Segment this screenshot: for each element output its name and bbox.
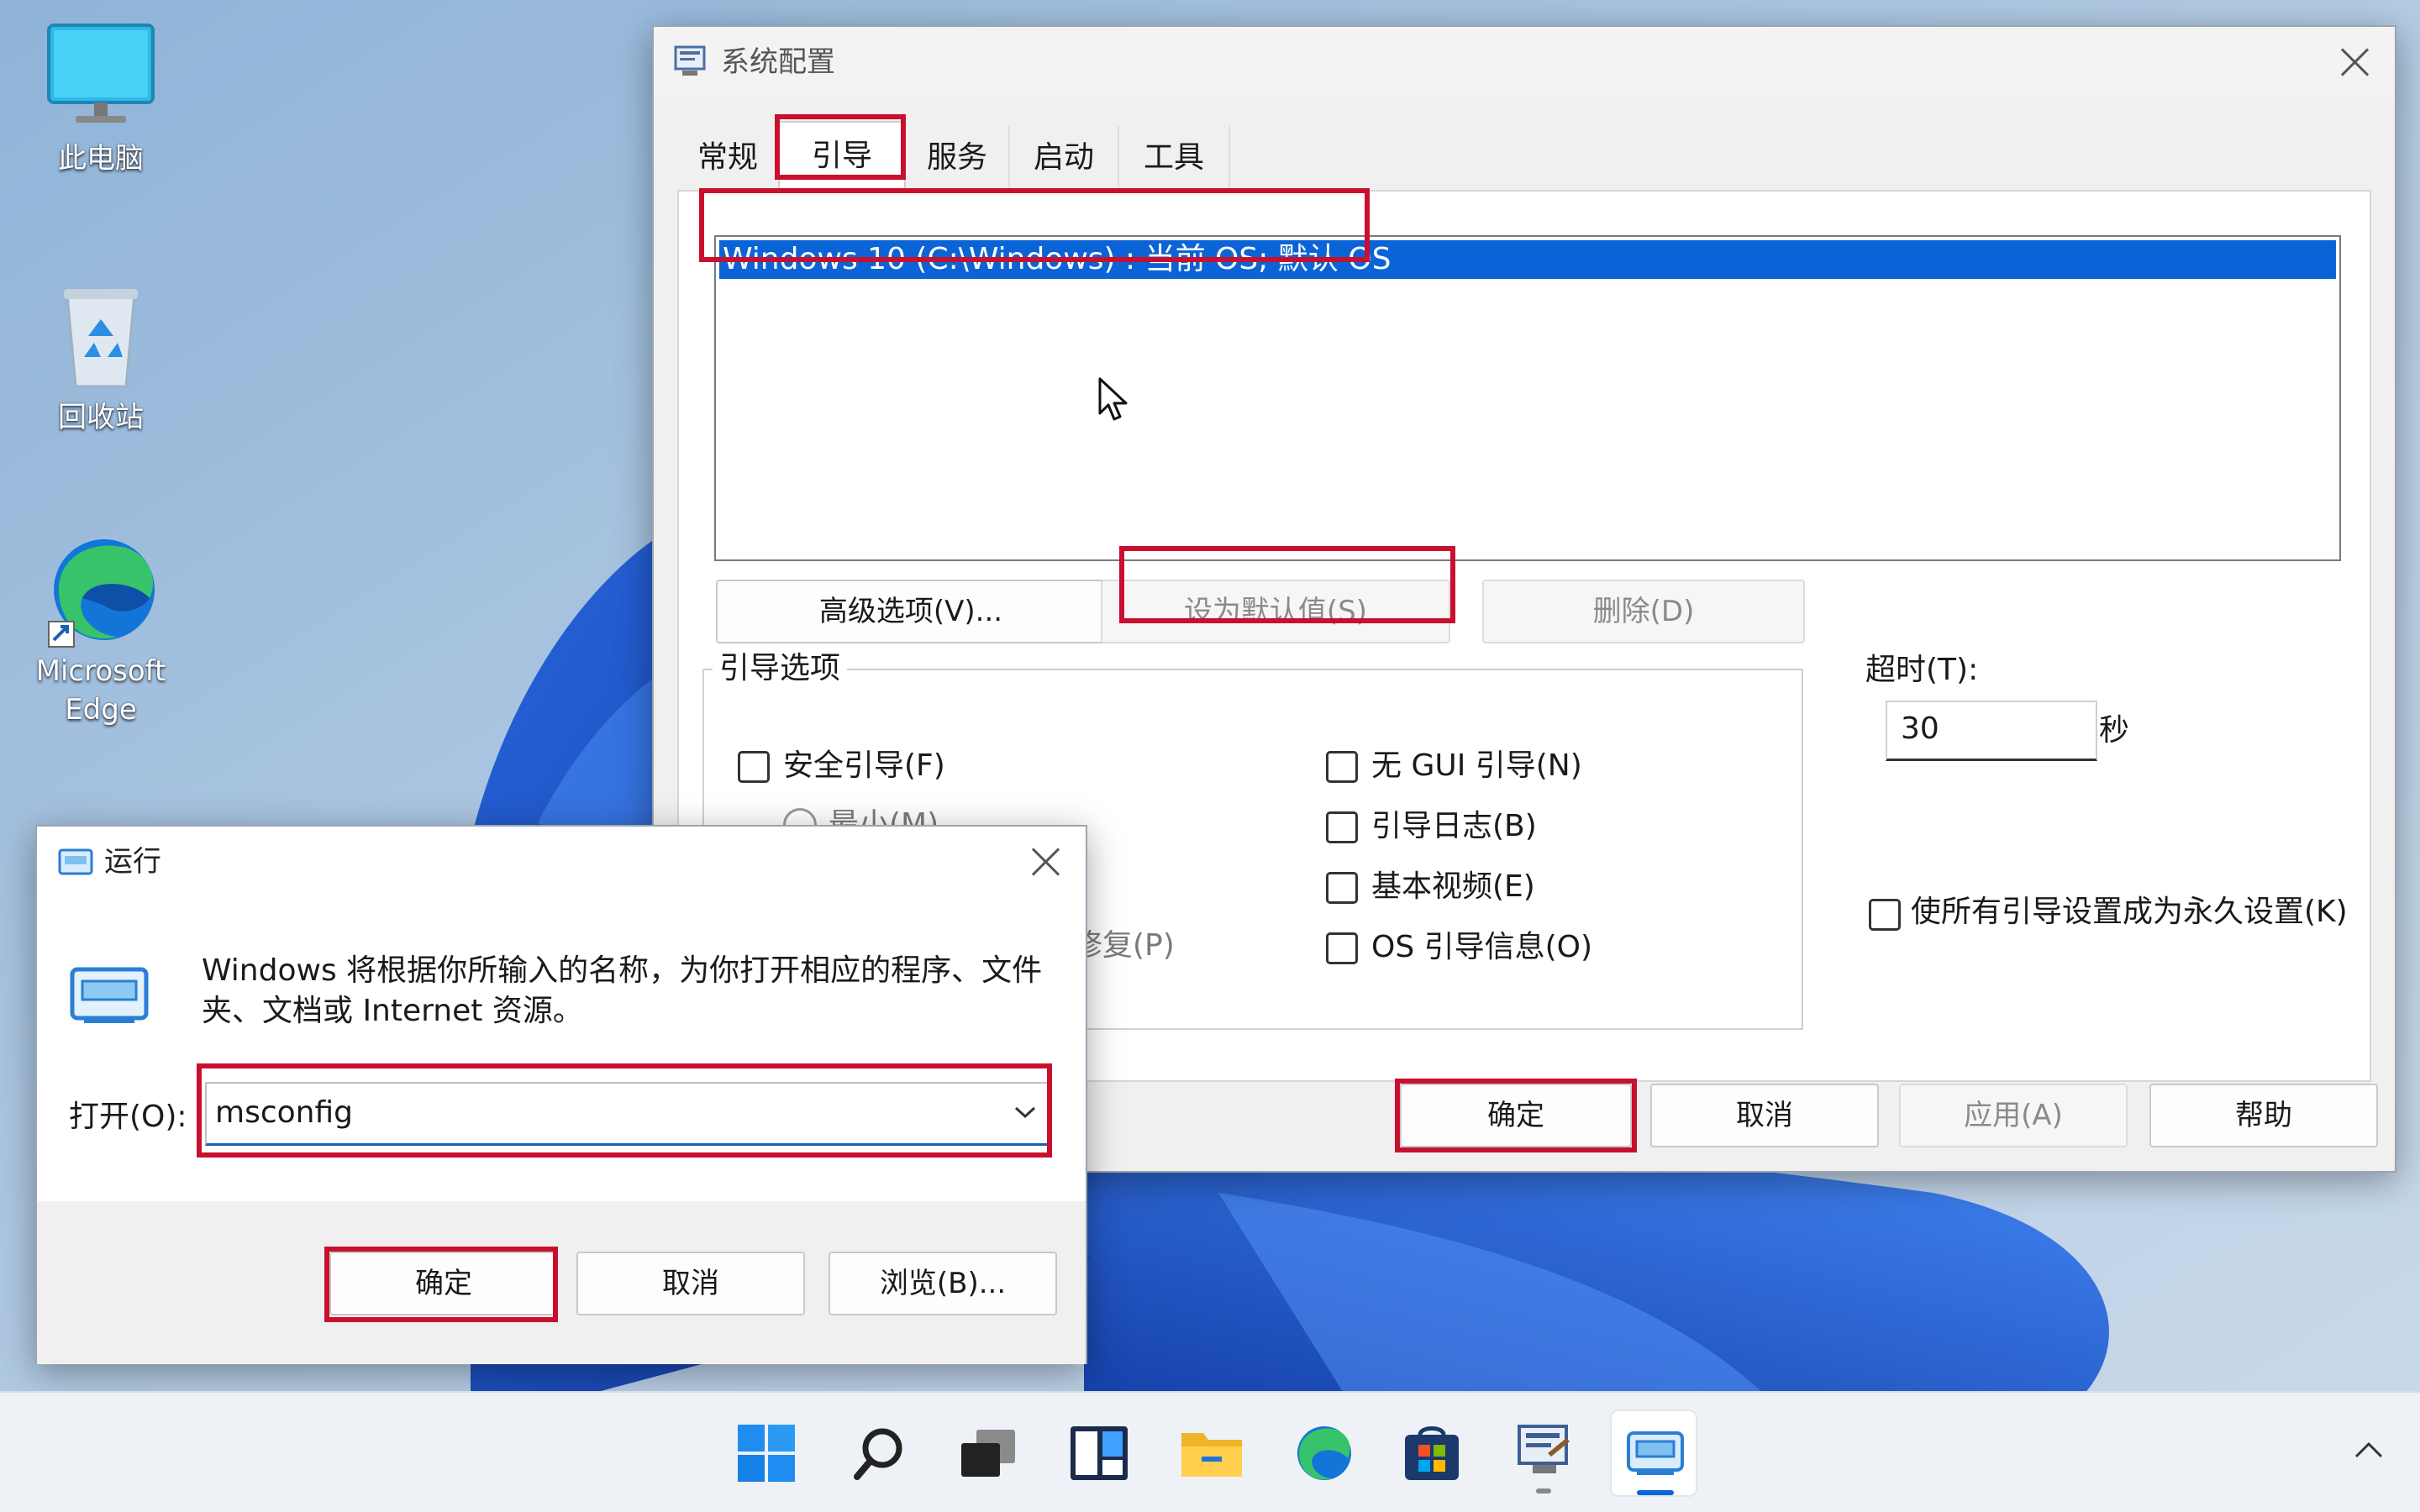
run-open-combobox[interactable]: msconfig <box>205 1082 1052 1146</box>
desktop-icon-this-pc[interactable]: 此电脑 <box>17 18 185 178</box>
msconfig-title: 系统配置 <box>721 45 835 79</box>
run-titlebar[interactable]: 运行 <box>37 827 1086 897</box>
run-open-input[interactable]: msconfig <box>215 1084 353 1142</box>
boot-log-label: 引导日志(B) <box>1371 809 1537 843</box>
taskbar <box>0 1391 2420 1512</box>
delete-button[interactable]: 删除(D) <box>1482 580 1805 643</box>
run-program-icon <box>67 961 151 1028</box>
no-gui-checkbox[interactable] <box>1326 751 1358 783</box>
taskbar-file-explorer[interactable] <box>1168 1410 1255 1497</box>
base-video-label: 基本视频(E) <box>1371 869 1535 904</box>
start-icon <box>738 1425 795 1482</box>
base-video-checkbox[interactable] <box>1326 872 1358 904</box>
run-description: Windows 将根据你所输入的名称，为你打开相应的程序、文件 夹、文档或 In… <box>202 953 1043 1028</box>
file-explorer-icon <box>1180 1426 1244 1480</box>
msconfig-ok-button[interactable]: 确定 <box>1400 1084 1632 1147</box>
chevron-up-icon <box>2348 1441 2390 1475</box>
taskbar-start[interactable] <box>723 1410 810 1497</box>
msconfig-help-button[interactable]: 帮助 <box>2149 1084 2378 1147</box>
widgets-icon <box>1069 1425 1129 1482</box>
permanent-checkbox[interactable] <box>1869 899 1901 931</box>
desktop-icon-label: 回收站 <box>58 401 144 434</box>
chevron-down-icon[interactable] <box>1013 1104 1037 1121</box>
taskbar-search[interactable] <box>834 1410 921 1497</box>
recycle-bin-icon <box>42 277 160 395</box>
edge-icon <box>42 531 160 648</box>
run-icon <box>1625 1426 1686 1480</box>
running-indicator <box>1536 1488 1551 1494</box>
run-cancel-button[interactable]: 取消 <box>576 1252 805 1315</box>
advanced-options-button[interactable]: 高级选项(V)... <box>716 580 1106 643</box>
set-default-button[interactable]: 设为默认值(S) <box>1101 580 1450 643</box>
os-list-item[interactable]: Windows 10 (C:\Windows) : 当前 OS; 默认 OS <box>719 240 2336 279</box>
tab-services[interactable]: 服务 <box>906 126 1010 190</box>
run-title: 运行 <box>104 845 161 879</box>
store-icon <box>1402 1423 1462 1483</box>
msconfig-app-icon <box>672 42 709 79</box>
taskbar-edge[interactable] <box>1279 1410 1366 1497</box>
permanent-label: 使所有引导设置成为永久设置(K) <box>1911 895 2348 929</box>
msconfig-titlebar[interactable]: 系统配置 <box>654 27 2395 97</box>
taskbar-store[interactable] <box>1388 1410 1476 1497</box>
msconfig-close-button[interactable] <box>2331 39 2378 86</box>
run-dialog: 运行 Windows 将根据你所输入的名称，为你打开相应的程序、文件 夹、文档或… <box>35 825 1087 1364</box>
os-list[interactable]: Windows 10 (C:\Windows) : 当前 OS; 默认 OS <box>714 235 2341 561</box>
tab-tools[interactable]: 工具 <box>1119 126 1230 190</box>
desktop-icon-edge[interactable]: Microsoft Edge <box>17 531 185 729</box>
tab-general[interactable]: 常规 <box>677 126 778 190</box>
boot-options-label: 引导选项 <box>713 650 848 687</box>
run-ok-button[interactable]: 确定 <box>329 1252 558 1315</box>
taskbar-msconfig[interactable] <box>1501 1410 1588 1497</box>
timeout-input[interactable]: 30 <box>1886 701 2097 761</box>
tab-startup[interactable]: 启动 <box>1010 126 1119 190</box>
desktop-icon-label: Microsoft Edge <box>35 654 166 727</box>
run-open-label: 打开(O): <box>69 1100 187 1134</box>
os-boot-info-checkbox[interactable] <box>1326 932 1358 964</box>
monitor-icon <box>42 18 160 136</box>
msconfig-tabstrip: 常规 引导 服务 启动 工具 <box>677 121 1812 192</box>
mouse-cursor-icon <box>1097 376 1131 423</box>
edge-icon <box>1292 1423 1353 1483</box>
safe-boot-checkbox[interactable] <box>738 751 770 783</box>
desktop-icon-label: 此电脑 <box>58 142 144 176</box>
taskbar-run[interactable] <box>1610 1410 1697 1497</box>
msconfig-icon <box>1514 1420 1575 1480</box>
search-icon <box>850 1425 908 1482</box>
taskbar-task-view[interactable] <box>943 1410 1030 1497</box>
show-hidden-icons-button[interactable] <box>2348 1430 2390 1472</box>
boot-log-checkbox[interactable] <box>1326 811 1358 843</box>
repair-label: 修复(P) <box>1072 928 1175 963</box>
timeout-label: 超时(T): <box>1865 653 1979 687</box>
msconfig-cancel-button[interactable]: 取消 <box>1650 1084 1879 1147</box>
no-gui-label: 无 GUI 引导(N) <box>1371 748 1582 783</box>
taskbar-widgets[interactable] <box>1055 1410 1143 1497</box>
run-close-button[interactable] <box>1022 838 1069 885</box>
active-indicator <box>1637 1490 1674 1495</box>
os-boot-info-label: OS 引导信息(O) <box>1371 930 1593 964</box>
timeout-unit: 秒 <box>2099 713 2130 748</box>
safe-boot-label: 安全引导(F) <box>783 748 945 783</box>
tab-boot[interactable]: 引导 <box>778 121 906 192</box>
run-app-icon <box>57 845 94 879</box>
run-browse-button[interactable]: 浏览(B)... <box>829 1252 1057 1315</box>
desktop-icon-recycle-bin[interactable]: 回收站 <box>17 277 185 437</box>
msconfig-apply-button[interactable]: 应用(A) <box>1899 1084 2128 1147</box>
task-view-icon <box>958 1428 1018 1480</box>
